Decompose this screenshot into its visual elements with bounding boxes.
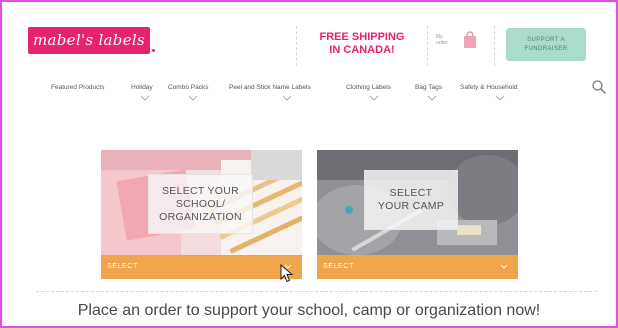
camp-overlay-line-2: YOUR CAMP — [377, 200, 445, 212]
free-shipping-banner: FREE SHIPPING IN CANADA! — [304, 31, 420, 57]
school-overlay-line-2: SCHOOL/ — [175, 197, 226, 210]
site-logo[interactable]: mabel's labels — [28, 27, 150, 54]
school-select-dropdown[interactable]: SELECT — [101, 255, 302, 279]
support-line-2: FUNDRAISER — [524, 45, 568, 52]
school-overlay-line-1: SELECT YOUR — [161, 184, 240, 197]
shipping-line-1: FREE SHIPPING — [319, 31, 405, 43]
chevron-down-icon — [427, 95, 437, 101]
logo-dot — [152, 49, 155, 52]
header-divider — [494, 26, 495, 66]
camp-select-dropdown[interactable]: SELECT — [317, 255, 518, 279]
nav-item-peel-stick-labels[interactable]: Peel and Stick Name Labels — [229, 84, 311, 91]
nav-item-safety-household[interactable]: Safety & Household — [460, 84, 517, 91]
school-card-overlay: SELECT YOUR SCHOOL/ ORGANIZATION — [148, 174, 253, 234]
my-order-line-2: order — [436, 40, 448, 46]
header-divider — [296, 26, 297, 66]
header-divider — [427, 26, 428, 66]
main-nav: Featured Products Holiday Combo Packs Pe… — [51, 84, 541, 106]
chevron-down-icon — [495, 95, 505, 101]
chevron-down-icon — [369, 95, 379, 101]
section-divider — [36, 291, 597, 292]
shipping-line-2: IN CANADA! — [329, 44, 395, 56]
chevron-down-icon — [282, 95, 292, 101]
school-select-label: SELECT — [107, 263, 138, 270]
camp-card[interactable]: SELECT YOUR CAMP SELECT — [317, 150, 518, 279]
shopping-bag-icon[interactable] — [463, 31, 477, 49]
support-line-1: SUPPORT A — [527, 36, 565, 43]
nav-item-holiday[interactable]: Holiday — [131, 84, 153, 91]
nav-item-combo-packs[interactable]: Combo Packs — [168, 84, 208, 91]
chevron-down-icon — [188, 95, 198, 101]
camp-card-overlay: SELECT YOUR CAMP — [364, 170, 458, 230]
my-order-link[interactable]: My order — [436, 34, 456, 46]
school-overlay-line-3: ORGANIZATION — [159, 210, 242, 223]
camp-select-label: SELECT — [323, 263, 354, 270]
support-fundraiser-button[interactable]: SUPPORT A FUNDRAISER — [506, 28, 586, 61]
chevron-down-icon — [140, 95, 150, 101]
camp-overlay-line-1: SELECT — [389, 187, 433, 199]
support-tagline: Place an order to support your school, c… — [77, 302, 541, 319]
school-organization-card[interactable]: SELECT YOUR SCHOOL/ ORGANIZATION SELECT — [101, 150, 302, 279]
nav-item-bag-tags[interactable]: Bag Tags — [415, 84, 442, 91]
chevron-down-icon — [500, 264, 508, 269]
nav-item-clothing-labels[interactable]: Clothing Labels — [346, 84, 391, 91]
mouse-cursor-icon — [280, 264, 294, 283]
search-icon[interactable] — [591, 79, 607, 95]
nav-item-featured-products[interactable]: Featured Products — [51, 84, 104, 91]
